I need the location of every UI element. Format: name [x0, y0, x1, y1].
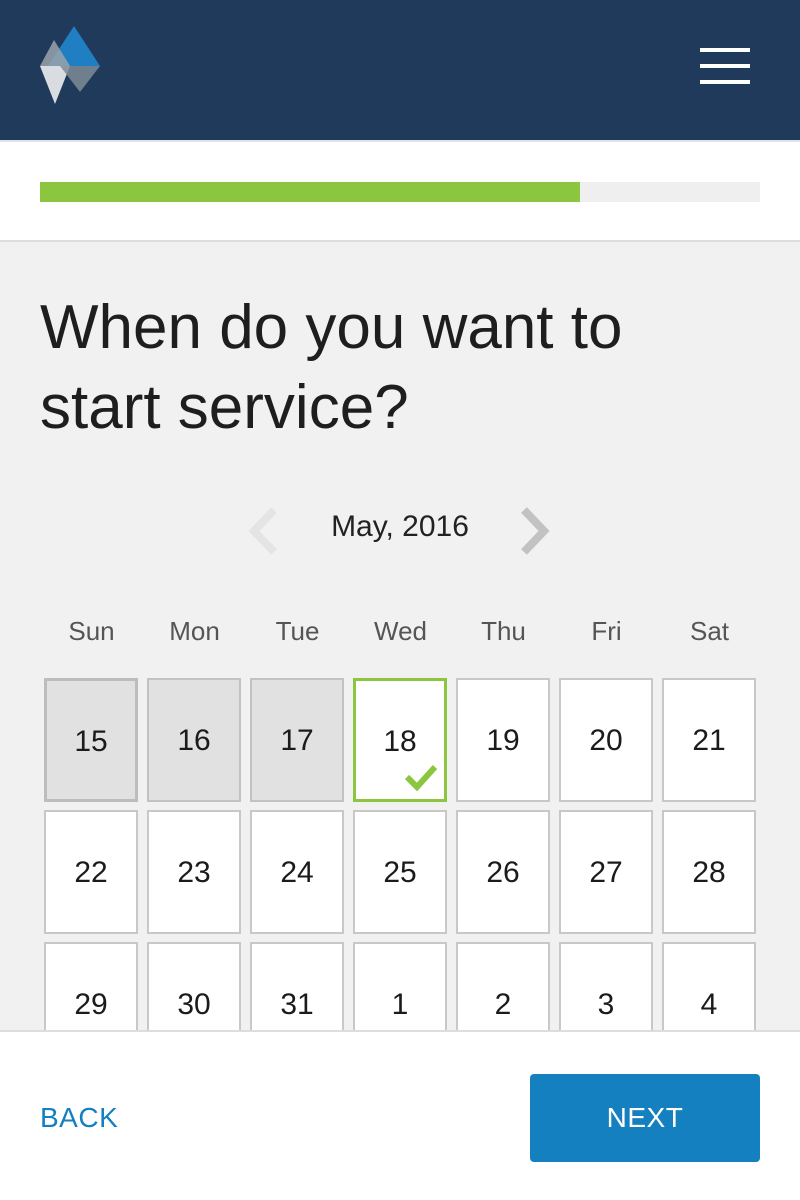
calendar-day[interactable]: 30: [147, 942, 241, 1030]
calendar-day[interactable]: 22: [44, 810, 138, 934]
weekday-label: Mon: [169, 616, 220, 646]
weekday-label: Thu: [481, 616, 526, 646]
calendar-day[interactable]: 20: [559, 678, 653, 802]
calendar-day[interactable]: 3: [559, 942, 653, 1030]
calendar-day[interactable]: 1: [353, 942, 447, 1030]
weekday-label: Tue: [275, 616, 320, 646]
calendar-day[interactable]: 24: [250, 810, 344, 934]
calendar-day-number: 26: [486, 856, 520, 889]
calendar-day-number: 28: [692, 856, 726, 889]
calendar-day-number: 21: [692, 724, 726, 757]
calendar-day[interactable]: 31: [250, 942, 344, 1030]
calendar-day-number: 22: [74, 856, 108, 889]
calendar-day: 15: [44, 678, 138, 802]
calendar-day-number: 16: [177, 724, 211, 757]
progress-bar: [40, 182, 760, 202]
hamburger-menu-icon[interactable]: [700, 48, 750, 88]
calendar-day[interactable]: 21: [662, 678, 756, 802]
calendar-day-number: 19: [486, 724, 520, 757]
month-label: May, 2016: [331, 510, 469, 543]
calendar-day[interactable]: 19: [456, 678, 550, 802]
calendar-day-number: 15: [74, 725, 108, 758]
calendar-day[interactable]: 28: [662, 810, 756, 934]
calendar-day-number: 24: [280, 856, 314, 889]
page-title: When do you want to start service?: [40, 293, 623, 442]
calendar-day-number: 1: [391, 988, 409, 1021]
calendar-day-number: 3: [597, 988, 615, 1021]
calendar-day-number: 23: [177, 856, 211, 889]
back-button[interactable]: BACK: [40, 1102, 118, 1134]
weekday-label: Sun: [68, 616, 115, 646]
chevron-right-icon[interactable]: [514, 506, 554, 556]
chevron-left-icon[interactable]: [244, 506, 284, 556]
diamond-logo-icon: [40, 26, 100, 104]
weekday-header: Sun Mon Tue Wed Thu Fri Sat: [40, 616, 760, 656]
progress-section: [0, 140, 800, 242]
calendar-grid: 15 16 17 18 19 20 21 22 23 24 25 26 27 28 29 30 31 1 2 3 4: [40, 674, 760, 1030]
calendar-day[interactable]: 2: [456, 942, 550, 1030]
calendar-day[interactable]: 29: [44, 942, 138, 1030]
calendar-day-number: 18: [383, 725, 417, 758]
calendar-day-number: 31: [280, 988, 314, 1021]
weekday-label: Sat: [689, 616, 730, 646]
calendar-day-number: 4: [700, 988, 718, 1021]
weekday-label: Wed: [374, 616, 427, 646]
calendar-day[interactable]: 26: [456, 810, 550, 934]
calendar-day-number: 27: [589, 856, 623, 889]
calendar-day-selected[interactable]: 18: [353, 678, 447, 802]
app-header: [0, 0, 800, 140]
calendar-day-number: 2: [494, 988, 512, 1021]
progress-bar-fill: [40, 182, 580, 202]
checkmark-icon: [404, 764, 438, 791]
next-button[interactable]: NEXT: [530, 1074, 760, 1162]
calendar-day: 16: [147, 678, 241, 802]
calendar-day-number: 20: [589, 724, 623, 757]
month-navigation: May, 2016: [0, 500, 800, 560]
calendar-day[interactable]: 25: [353, 810, 447, 934]
calendar-day[interactable]: 4: [662, 942, 756, 1030]
footer-bar: BACK NEXT: [0, 1030, 800, 1200]
calendar-day-number: 17: [280, 724, 314, 757]
weekday-label: Fri: [591, 616, 622, 646]
calendar-day-number: 30: [177, 988, 211, 1021]
calendar-day[interactable]: 23: [147, 810, 241, 934]
calendar-day: 17: [250, 678, 344, 802]
calendar-day-number: 29: [74, 988, 108, 1021]
calendar-day[interactable]: 27: [559, 810, 653, 934]
calendar-day-number: 25: [383, 856, 417, 889]
